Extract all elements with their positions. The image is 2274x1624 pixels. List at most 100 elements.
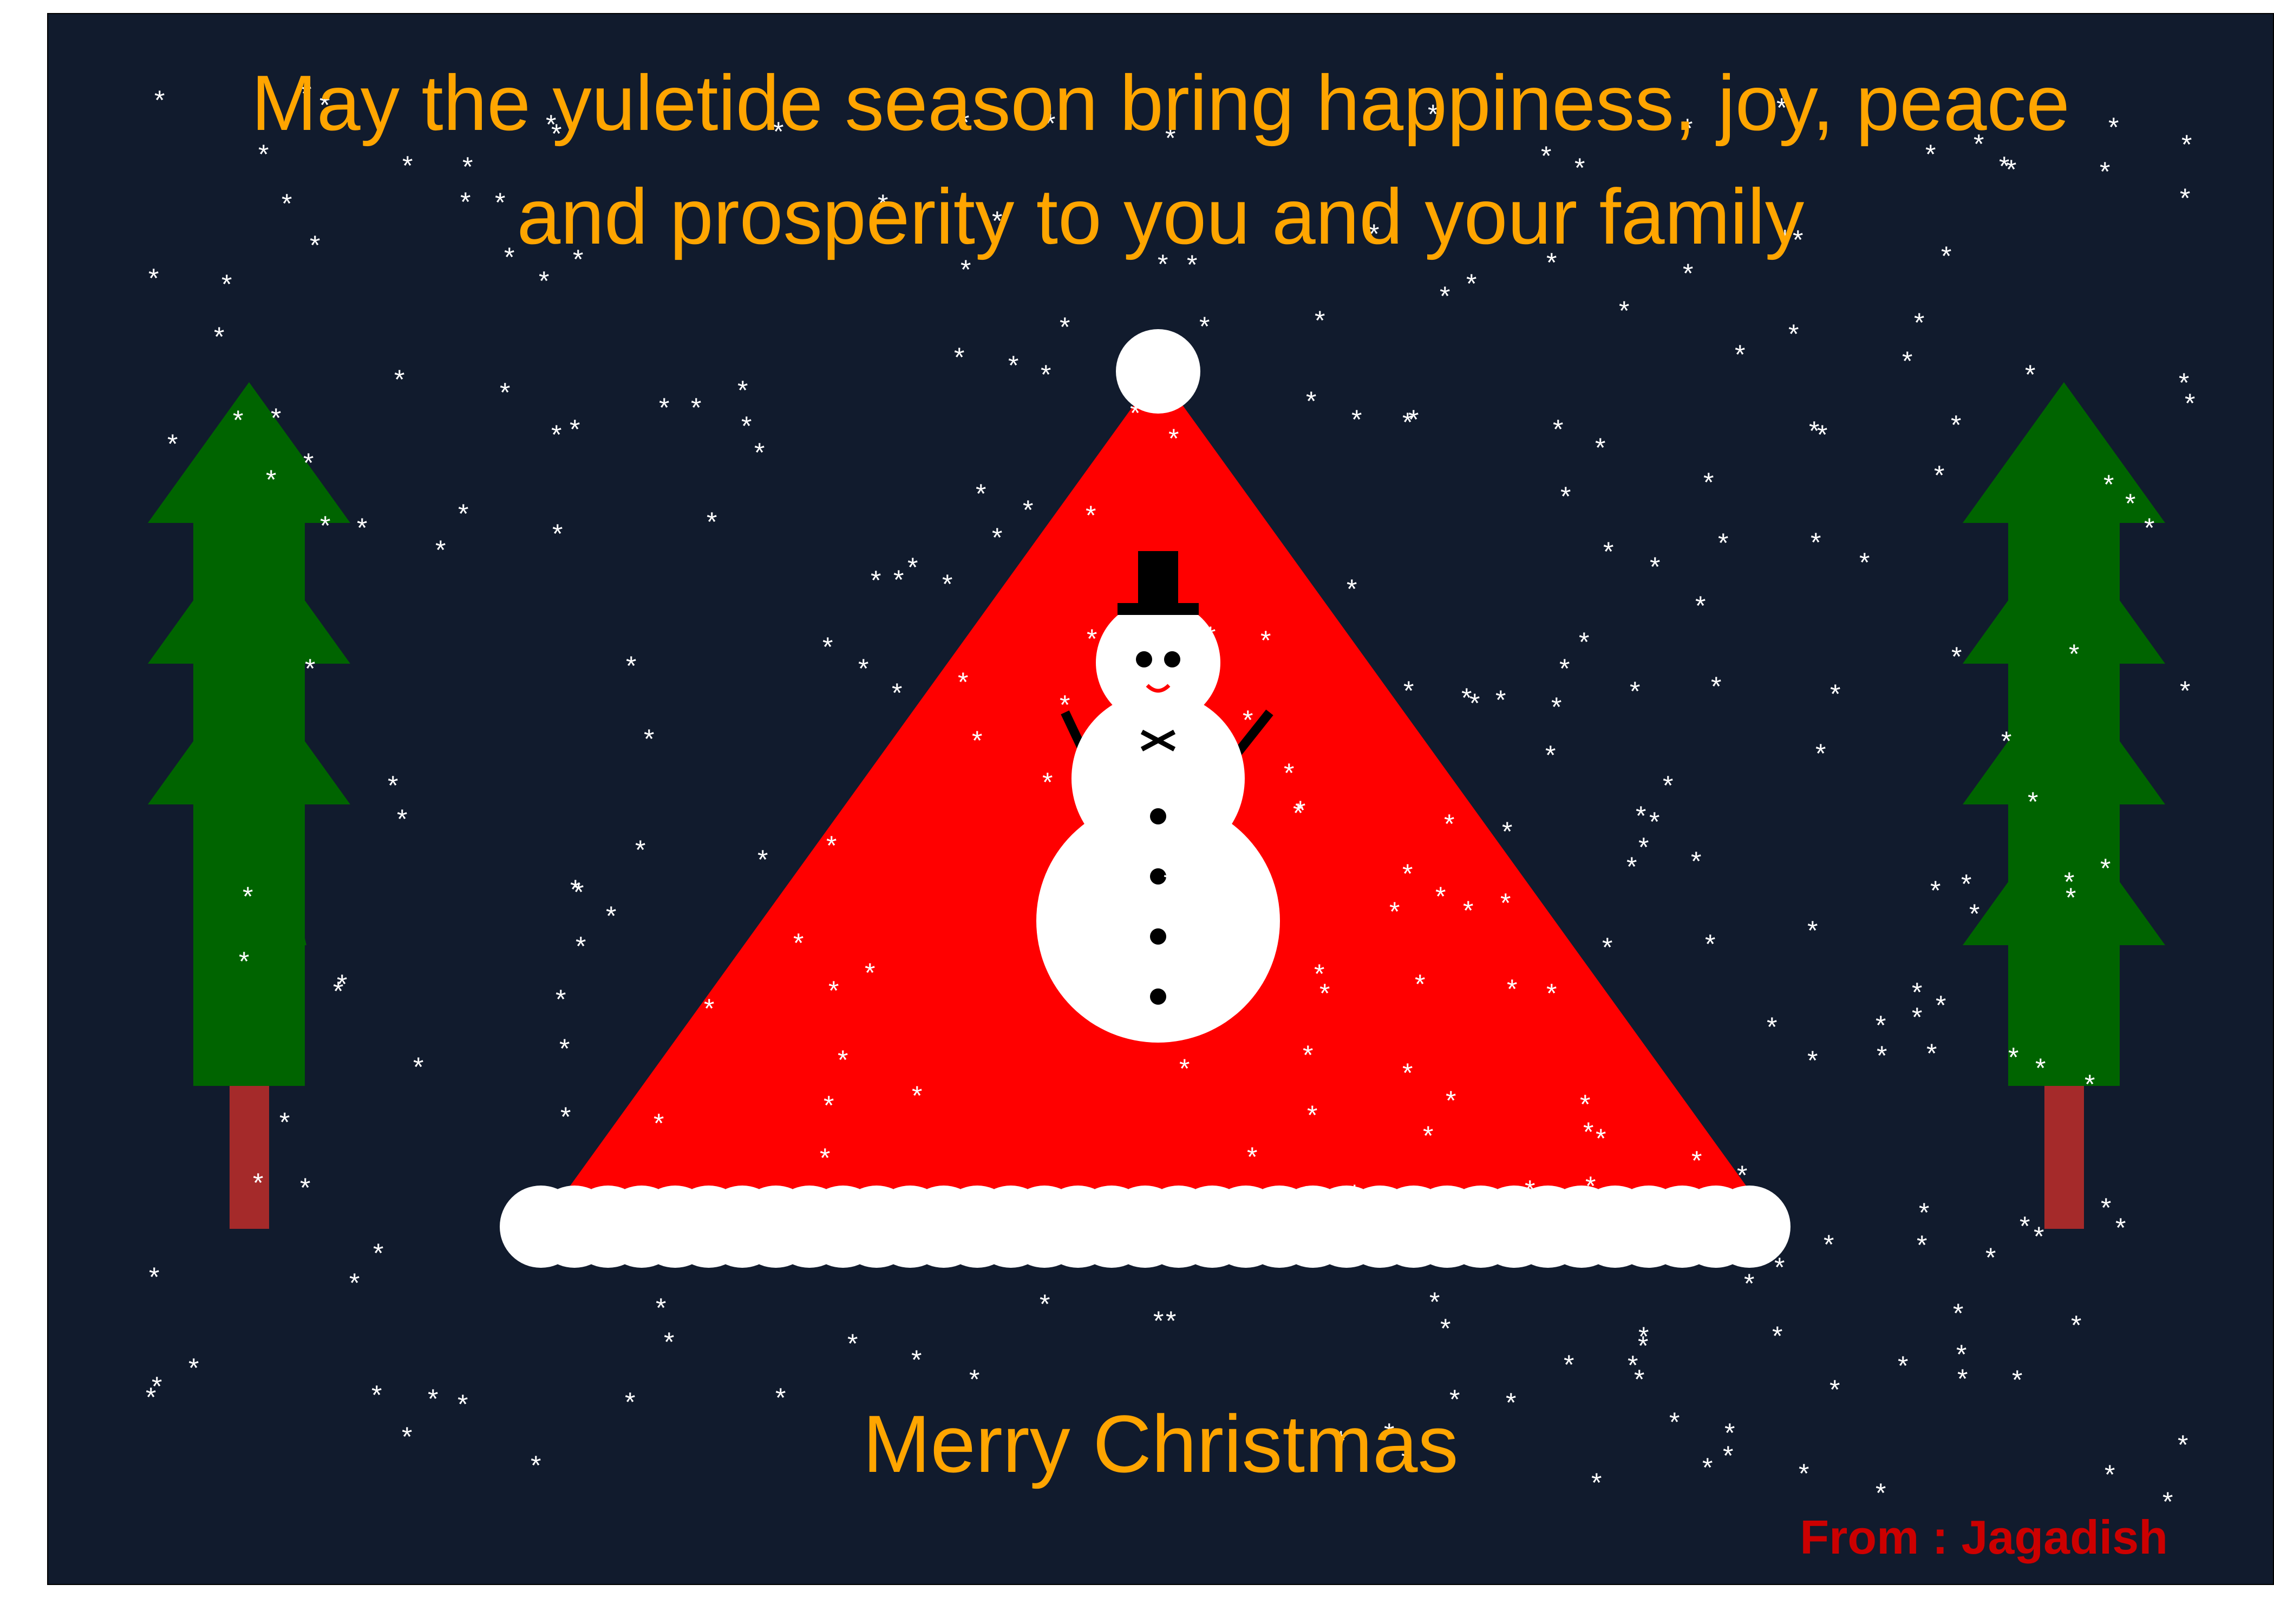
snowflake: * [1663, 770, 1673, 801]
right-tree-trunk [2044, 1086, 2084, 1229]
snowflake: * [644, 724, 654, 754]
snowflake: * [1877, 1040, 1887, 1071]
snowflake: * [1809, 416, 1819, 446]
snowflake: * [754, 437, 764, 468]
snowflake: * [397, 804, 407, 834]
snowflake: * [1695, 591, 1706, 621]
snowflake: * [912, 1081, 922, 1111]
snowflake: * [1444, 809, 1454, 839]
snowflake: * [551, 420, 561, 450]
snowflake: * [972, 725, 982, 756]
snowflake: * [942, 569, 952, 599]
snowflake: * [556, 984, 566, 1014]
merry-christmas-text: Merry Christmas [862, 1398, 1459, 1489]
snowflake: * [958, 667, 968, 697]
snowflake: * [2025, 359, 2035, 390]
snowflake: * [1583, 1117, 1593, 1147]
right-tree-body [2008, 523, 2120, 1086]
snowflake: * [1957, 1364, 1968, 1394]
snowflake: * [1168, 423, 1179, 454]
snowflake: * [388, 770, 398, 801]
snowflake: * [871, 565, 881, 595]
snowman-left-eye [1136, 651, 1152, 667]
snowflake: * [1130, 398, 1140, 428]
snowflake: * [757, 844, 768, 875]
snowflake: * [167, 429, 178, 459]
snowflake: * [1774, 1252, 1785, 1282]
snowflake: * [1179, 1053, 1190, 1084]
snowflake: * [1060, 312, 1070, 342]
hat-pompom [1116, 329, 1200, 414]
snowflake: * [1703, 467, 1714, 497]
snowflake: * [1636, 801, 1646, 831]
snowflake: * [1934, 460, 1944, 490]
snowman-head [1096, 600, 1220, 725]
snowflake: * [221, 269, 232, 299]
snowflake: * [1107, 870, 1118, 900]
snowflake: * [2100, 853, 2110, 883]
snowflake: * [1626, 852, 1637, 882]
snowflake: * [1328, 1228, 1338, 1258]
snowflake: * [1349, 1179, 1360, 1209]
snowflake: * [2069, 639, 2079, 669]
snowflake: * [606, 901, 616, 931]
snowflake: * [1811, 527, 1821, 558]
snowflake: * [1507, 974, 1517, 1004]
snowflake: * [2008, 1042, 2018, 1072]
snowflake: * [500, 377, 510, 408]
greeting-line-2: and prosperity to you and your family [517, 173, 1805, 260]
snowflake: * [654, 1108, 664, 1138]
snowflake: * [659, 392, 669, 423]
snowflake: * [2115, 1213, 2126, 1243]
snowflake: * [1560, 481, 1571, 512]
snowflake: * [2071, 1310, 2081, 1340]
snowflake: * [1815, 738, 1826, 769]
snowflake: * [458, 499, 468, 529]
snowflake: * [1951, 641, 1962, 672]
snowflake: * [214, 322, 224, 352]
snowflake: * [1087, 624, 1097, 654]
left-tree-body [193, 523, 305, 1086]
snowflake: * [1423, 1121, 1433, 1151]
snowflake: * [1602, 932, 1612, 962]
snowflake: * [1153, 1306, 1164, 1336]
snowflake: * [826, 830, 837, 861]
snowflake: * [1985, 1242, 1996, 1273]
snowflake: * [992, 522, 1002, 553]
snowflake: * [1163, 778, 1173, 808]
snowflake: * [1260, 625, 1271, 656]
snowflake: * [349, 1268, 360, 1298]
snowflake: * [1164, 867, 1174, 897]
snowflake: * [1649, 807, 1659, 837]
snowflake: * [1243, 705, 1253, 735]
snowflake: * [576, 931, 586, 961]
snowflake: * [1580, 1089, 1590, 1119]
snowflake: * [1705, 929, 1715, 959]
snowflake: * [239, 946, 249, 977]
snowflake: * [1435, 881, 1446, 912]
snowflake: * [2144, 513, 2154, 543]
snowflake: * [188, 1353, 199, 1383]
snowflake: * [320, 510, 330, 541]
snowflake: * [664, 1327, 674, 1357]
snowflake: * [954, 342, 964, 372]
snowflake: * [1440, 281, 1450, 311]
snowflake: * [1303, 1040, 1313, 1070]
snowflake: * [2034, 1221, 2044, 1252]
snowflake: * [1041, 359, 1051, 390]
snowflake: * [1495, 685, 1506, 715]
snowflake: * [1603, 536, 1613, 567]
snowflake: * [704, 993, 714, 1024]
snowflake: * [1042, 767, 1053, 797]
snowflake: * [691, 392, 701, 423]
snowflake: * [1595, 433, 1605, 463]
snowflake: * [1546, 978, 1557, 1009]
snowflake: * [1919, 1197, 1929, 1228]
snowflake: * [253, 1168, 263, 1198]
snowflake: * [1859, 547, 1870, 578]
snowflake: * [1553, 414, 1563, 444]
greeting-line-1: May the yuletide season bring happiness,… [251, 59, 2070, 147]
snowflake: * [2035, 1053, 2046, 1083]
snowflake: * [1463, 895, 1473, 926]
snowflake: * [2103, 469, 2114, 500]
